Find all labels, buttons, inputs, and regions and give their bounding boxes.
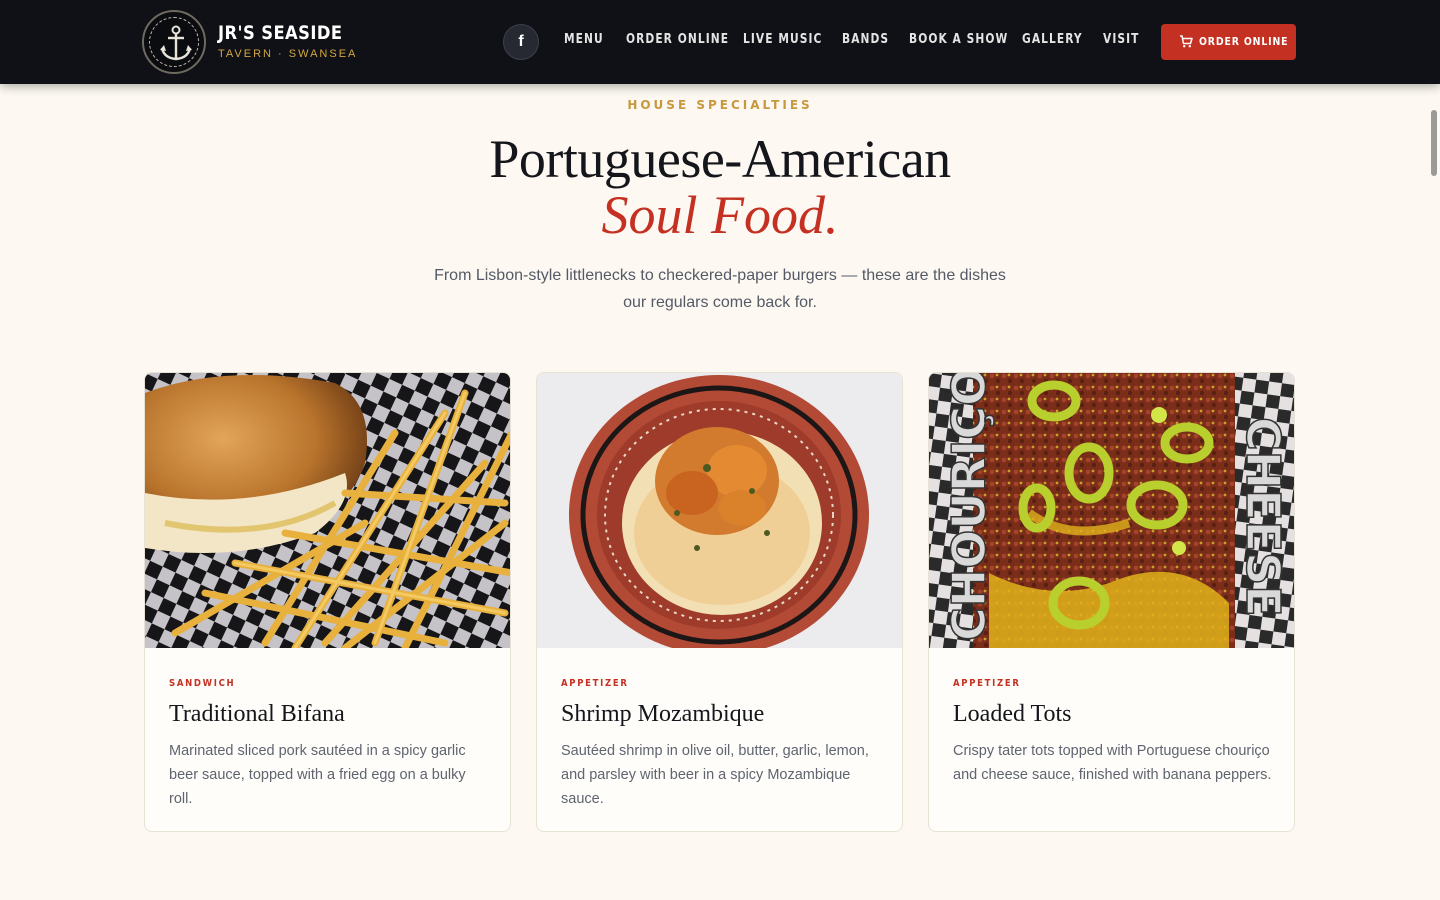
nav-live-music[interactable]: LIVE MUSIC	[743, 32, 822, 47]
order-online-label: ORDER ONLINE	[1199, 35, 1289, 48]
card-title: Traditional Bifana	[169, 701, 345, 727]
photo-text-cheese: CHEESE	[1236, 417, 1290, 617]
card-title: Shrimp Mozambique	[561, 701, 765, 727]
nav-order-online[interactable]: ORDER ONLINE	[626, 32, 729, 47]
nav-menu[interactable]: MENU	[564, 32, 604, 47]
nav-bands[interactable]: BANDS	[842, 32, 889, 47]
order-online-button[interactable]: ORDER ONLINE	[1161, 24, 1296, 60]
section-title-accent: Soul Food.	[601, 185, 839, 245]
card-description: Crispy tater tots topped with Portuguese…	[953, 743, 1272, 783]
card-description: Marinated sliced pork sautéed in a spicy…	[169, 743, 466, 807]
shrimp-mozambique-photo	[537, 373, 902, 648]
page-scrollbar[interactable]	[1431, 110, 1437, 176]
card-title: Loaded Tots	[953, 701, 1072, 727]
anchor-icon	[160, 25, 192, 61]
card-description: Sautéed shrimp in olive oil, butter, gar…	[561, 743, 869, 807]
brand-subtitle: TAVERN · SWANSEA	[218, 48, 358, 60]
site-header: JR'S SEASIDE TAVERN · SWANSEA f MENU ORD…	[0, 0, 1440, 84]
section-lead: From Lisbon-style littlenecks to checker…	[434, 267, 1006, 311]
photo-text-chourico: CHOURIÇO	[942, 373, 996, 641]
menu-card-bifana[interactable]: SANDWICH Traditional Bifana Marinated sl…	[144, 372, 511, 832]
menu-card-loaded-tots[interactable]: CHOURIÇO CHEESE APPETIZER Loaded Tots Cr…	[928, 372, 1295, 832]
cart-icon	[1180, 35, 1193, 48]
loaded-tots-photo: CHOURIÇO CHEESE	[929, 373, 1294, 648]
card-category: SANDWICH	[169, 678, 236, 689]
facebook-icon[interactable]: f	[503, 24, 539, 60]
anchor-logo[interactable]	[142, 10, 206, 74]
section-eyebrow: HOUSE SPECIALTIES	[627, 98, 813, 112]
menu-card-shrimp-mozambique[interactable]: APPETIZER Shrimp Mozambique Sautéed shri…	[536, 372, 903, 832]
card-category: APPETIZER	[953, 678, 1021, 689]
card-category: APPETIZER	[561, 678, 629, 689]
brand-name[interactable]: JR'S SEASIDE	[218, 22, 342, 44]
nav-book-a-show[interactable]: BOOK A SHOW	[909, 32, 1008, 47]
bifana-photo	[145, 373, 510, 648]
nav-visit[interactable]: VISIT	[1103, 32, 1139, 47]
nav-gallery[interactable]: GALLERY	[1022, 32, 1083, 47]
section-title: Portuguese-American	[489, 129, 951, 189]
